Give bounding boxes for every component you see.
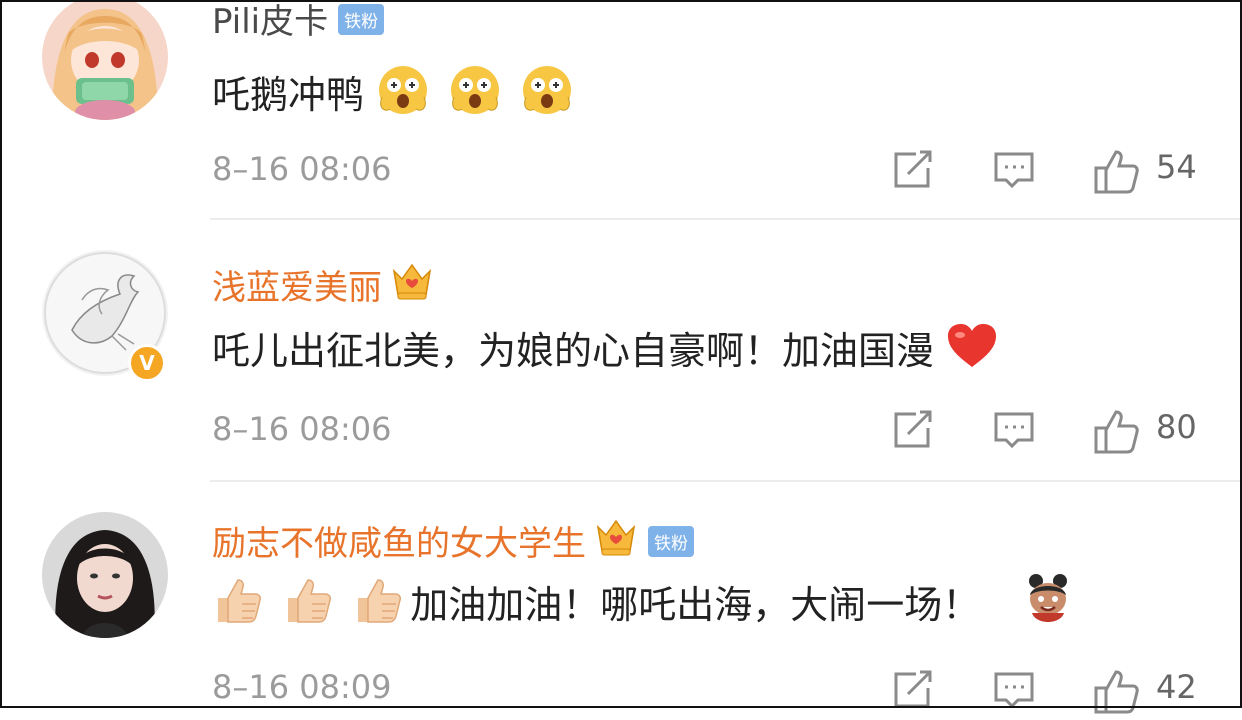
reply-icon[interactable] [992,668,1036,716]
like-count: 80 [1156,408,1197,446]
share-icon[interactable] [890,668,934,716]
heart-emoji [946,323,998,378]
crown-badge-icon [390,261,434,310]
comment-text: 吒儿出征北美，为娘的心自豪啊！加油国漫 [212,320,1004,381]
like-count: 42 [1156,668,1197,706]
comment-text: 吒鹅冲鸭 [212,64,580,129]
comment-item: 励志不做咸鱼的女大学生 铁粉 加油加油！哪吒出海，大闹一场！ 8–16 08:09… [0,482,1242,714]
username[interactable]: 励志不做咸鱼的女大学生 铁粉 [212,516,694,570]
surprised-emoji [520,63,574,126]
thumbs-up-icon[interactable] [1092,670,1140,720]
comment-time: 8–16 08:09 [212,668,392,706]
comment-text: 加油加油！哪吒出海，大闹一场！ [212,574,1080,639]
avatar[interactable] [42,0,168,120]
comment-time: 8–16 08:06 [212,150,392,188]
like-button[interactable]: 80 [1092,408,1197,460]
username-text[interactable]: 励志不做咸鱼的女大学生 [212,524,586,564]
surprised-emoji [376,63,430,126]
share-icon[interactable] [890,148,934,196]
thumbs-up-emoji [212,574,264,635]
comment-text-content: 吒儿出征北美，为娘的心自豪啊！加油国漫 [212,329,935,373]
username-text[interactable]: 浅蓝爱美丽 [212,268,382,308]
comment-time: 8–16 08:06 [212,410,392,448]
fan-badge: 铁粉 [648,526,694,557]
comment-text-content: 吒鹅冲鸭 [212,73,365,117]
like-button[interactable]: 54 [1092,148,1197,200]
comment-text-content: 加油加油！哪吒出海，大闹一场！ [410,583,981,627]
username[interactable]: Pili皮卡 铁粉 [212,0,385,43]
thumbs-up-emoji [352,574,404,635]
crown-badge-icon [594,517,638,566]
share-icon[interactable] [890,408,934,456]
thumbs-up-icon[interactable] [1092,410,1140,460]
comment-item: Pili皮卡 铁粉 吒鹅冲鸭 8–16 08:06 54 [0,0,1242,220]
thumbs-up-icon[interactable] [1092,150,1140,200]
nezha-sticker [1022,573,1074,636]
verified-badge: V [128,344,166,382]
like-button[interactable]: 42 [1092,668,1197,720]
thumbs-up-emoji [282,574,334,635]
avatar[interactable] [42,512,168,638]
reply-icon[interactable] [992,408,1036,456]
username[interactable]: 浅蓝爱美丽 [212,260,434,314]
surprised-emoji [448,63,502,126]
reply-icon[interactable] [992,148,1036,196]
fan-badge: 铁粉 [338,4,385,35]
like-count: 54 [1156,148,1197,186]
username-text[interactable]: Pili皮卡 [212,2,328,42]
comment-item: V 浅蓝爱美丽 吒儿出征北美，为娘的心自豪啊！加油国漫 8–16 08:06 8… [0,220,1242,482]
